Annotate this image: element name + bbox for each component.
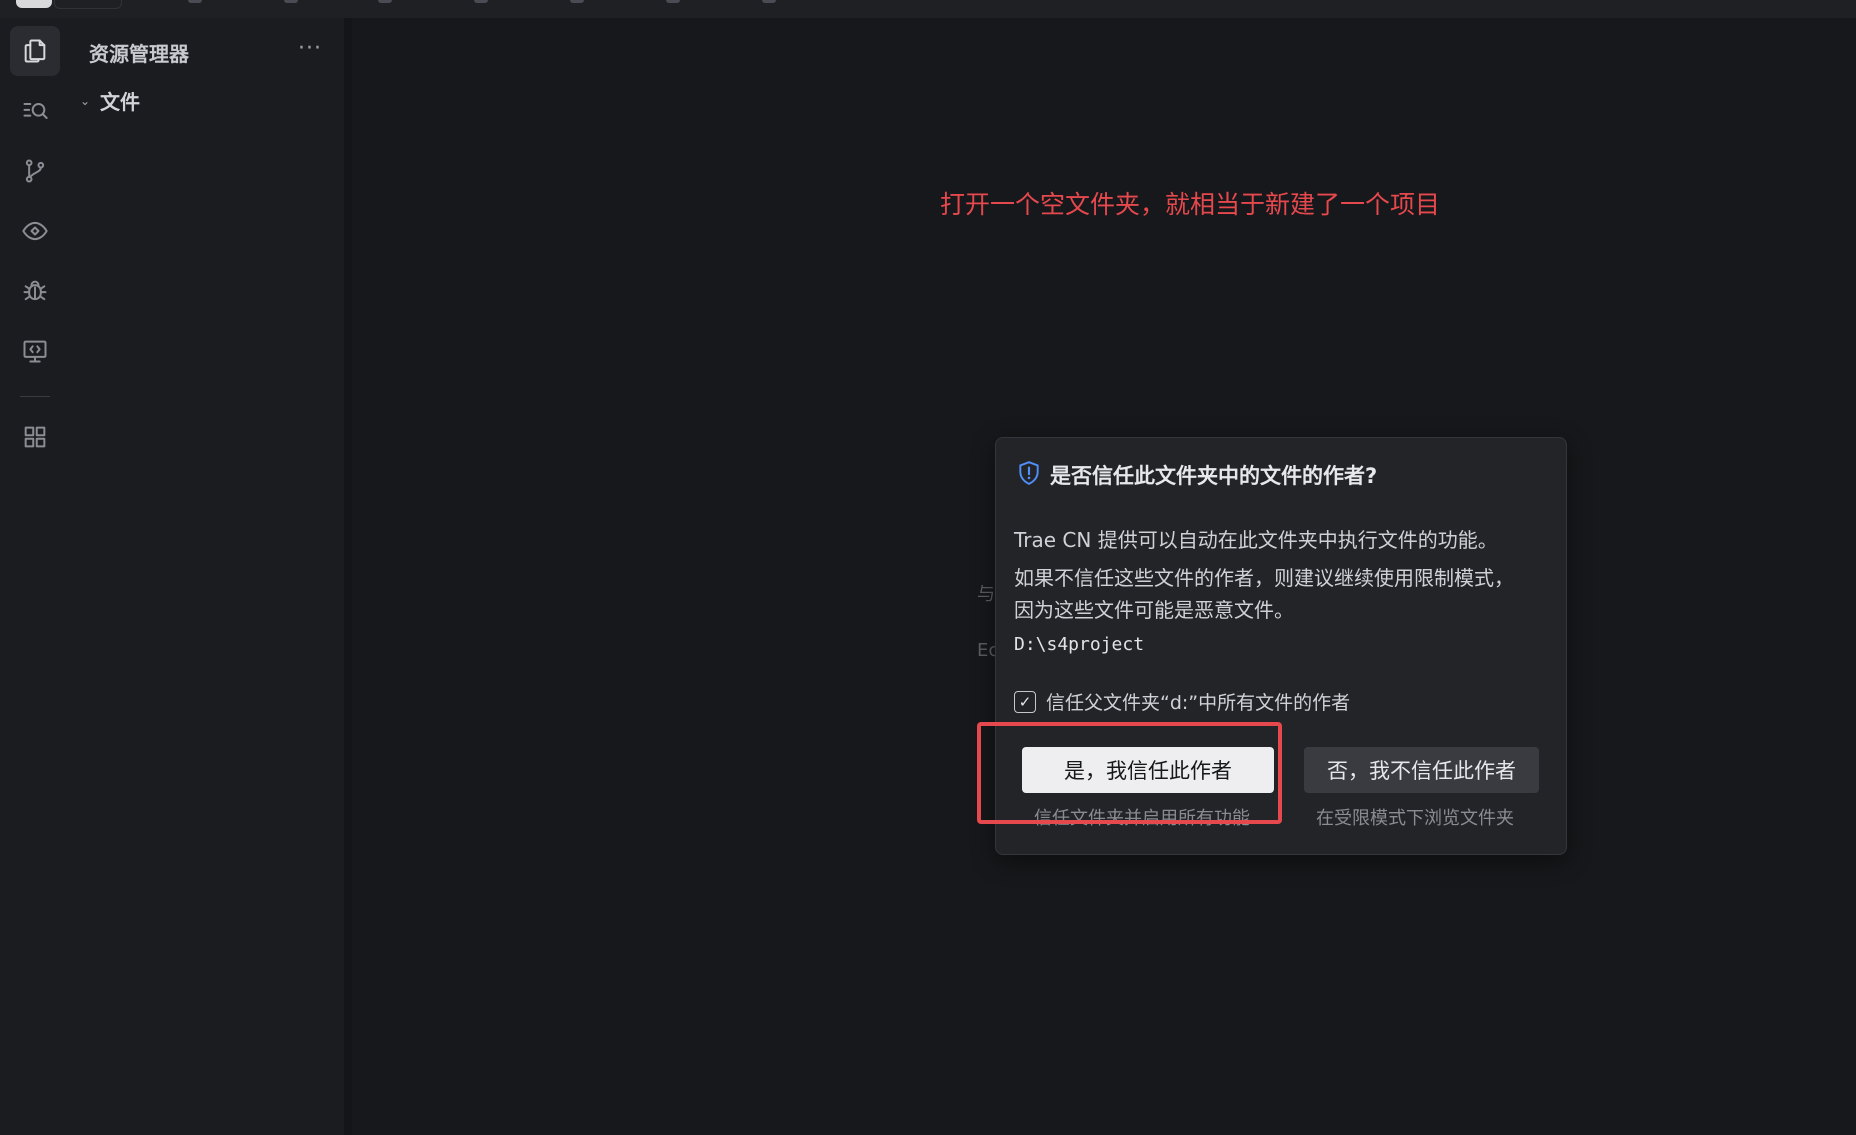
debug-icon [23, 280, 47, 301]
checkbox-label: 信任父文件夹“d:”中所有文件的作者 [1046, 692, 1351, 714]
check-icon: ✓ [1018, 692, 1032, 711]
remote-button[interactable] [10, 326, 60, 376]
toolbar-icon[interactable] [570, 0, 584, 3]
title-bar [0, 0, 1856, 18]
dialog-message: Trae CN 提供可以自动在此文件夹中执行文件的功能。 [1014, 528, 1498, 552]
source-control-button[interactable] [10, 146, 60, 196]
ai-button[interactable] [10, 206, 60, 256]
dont-trust-button[interactable]: 否，我不信任此作者 [1304, 747, 1539, 793]
activity-bar [0, 18, 68, 1135]
folder-path: D:\s4project [1014, 634, 1145, 655]
toolbar-icon[interactable] [188, 0, 202, 3]
explorer-sidebar: 资源管理器 ··· ⌄ 文件 [68, 18, 344, 1135]
source-control-icon [25, 159, 45, 183]
toolbar-icon[interactable] [666, 0, 680, 3]
toolbar-icon[interactable] [762, 0, 776, 3]
folder-row[interactable]: ⌄ 文件 [80, 86, 140, 115]
ai-eye-icon [22, 221, 48, 241]
more-actions-icon[interactable]: ··· [298, 36, 322, 61]
active-tab[interactable] [16, 0, 52, 8]
dont-trust-button-subtitle: 在受限模式下浏览文件夹 [1316, 808, 1514, 829]
extensions-button[interactable] [10, 412, 60, 462]
debug-button[interactable] [10, 266, 60, 316]
workspace-trust-dialog: 是否信任此文件夹中的文件的作者? Trae CN 提供可以自动在此文件夹中执行文… [995, 437, 1567, 855]
chevron-down-icon: ⌄ [80, 93, 91, 108]
extensions-icon [24, 426, 46, 448]
toolbar-icon[interactable] [378, 0, 392, 3]
dialog-header: 是否信任此文件夹中的文件的作者? [1016, 460, 1377, 490]
explorer-button[interactable] [10, 26, 60, 76]
trust-parent-checkbox-row[interactable]: ✓ 信任父文件夹“d:”中所有文件的作者 [1014, 688, 1350, 715]
explorer-icon [24, 39, 46, 63]
trust-button-subtitle: 信任文件夹并启用所有功能 [1034, 808, 1250, 829]
trust-button[interactable]: 是，我信任此作者 [1022, 747, 1274, 793]
toolbar-icon[interactable] [474, 0, 488, 3]
dialog-message: 如果不信任这些文件的作者，则建议继续使用限制模式， [1014, 566, 1514, 590]
dialog-message: 因为这些文件可能是恶意文件。 [1014, 598, 1294, 622]
annotation-text: 打开一个空文件夹，就相当于新建了一个项目 [940, 190, 1441, 219]
remote-icon [23, 340, 47, 363]
sidebar-title: 资源管理器 [89, 42, 189, 66]
toolbar-icon[interactable] [284, 0, 298, 3]
search-button[interactable] [10, 86, 60, 136]
faded-welcome-text: 与 [977, 584, 995, 605]
search-icon [23, 103, 48, 119]
dialog-title: 是否信任此文件夹中的文件的作者? [1050, 464, 1378, 488]
tab[interactable] [54, 0, 122, 9]
shield-icon [1016, 460, 1042, 490]
folder-label: 文件 [100, 90, 140, 114]
trust-parent-checkbox[interactable]: ✓ [1014, 690, 1036, 713]
activity-divider [20, 396, 50, 397]
sidebar-splitter[interactable] [344, 18, 352, 1135]
